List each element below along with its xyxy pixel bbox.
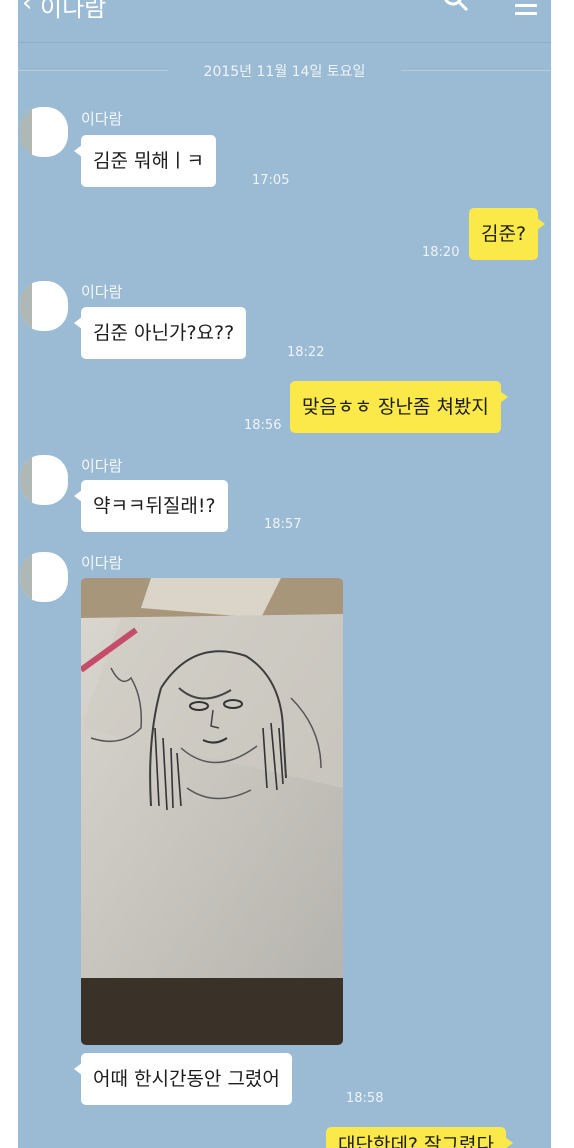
sender-name: 이다람 bbox=[81, 110, 123, 128]
sender-name: 이다람 bbox=[81, 554, 123, 572]
message-time: 18:20 bbox=[422, 245, 460, 260]
date-divider-label: 2015년 11월 14일 토요일 bbox=[203, 64, 366, 80]
sender-name: 이다람 bbox=[81, 283, 123, 301]
sender-avatar[interactable] bbox=[20, 455, 68, 505]
message-bubble[interactable]: 대단한데? 잘그렸다 bbox=[326, 1127, 513, 1148]
sender-name: 이다람 bbox=[81, 457, 123, 475]
date-divider: 2015년 11월 14일 토요일 bbox=[18, 58, 551, 82]
pencil-sketch-photo bbox=[81, 578, 343, 1045]
message-bubble[interactable]: 약ㅋㅋ뒤질래!? bbox=[74, 480, 228, 532]
menu-icon[interactable] bbox=[515, 0, 537, 18]
message-time: 18:57 bbox=[264, 517, 302, 532]
message-time: 18:22 bbox=[287, 345, 325, 360]
message-bubble[interactable]: 김준? bbox=[469, 208, 546, 260]
sender-avatar[interactable] bbox=[20, 281, 68, 331]
sender-avatar[interactable] bbox=[20, 552, 68, 602]
back-arrow-icon[interactable]: ‹ bbox=[22, 0, 32, 18]
search-icon[interactable] bbox=[443, 0, 469, 12]
message-time: 17:05 bbox=[252, 173, 290, 188]
chat-room-title: 이다람 bbox=[40, 0, 107, 22]
chat-screen: ‹ 이다람 2015년 11월 14일 토요일 이다람 김준 뭐해ㅣㅋ 17:0… bbox=[18, 0, 551, 1148]
photo-message[interactable] bbox=[81, 578, 343, 1045]
sender-avatar[interactable] bbox=[20, 107, 68, 157]
chat-header: ‹ 이다람 bbox=[18, 0, 551, 43]
message-time: 18:58 bbox=[346, 1091, 384, 1106]
message-bubble[interactable]: 김준 뭐해ㅣㅋ bbox=[74, 135, 216, 187]
message-bubble[interactable]: 어때 한시간동안 그렸어 bbox=[74, 1053, 292, 1105]
message-time: 18:56 bbox=[244, 418, 282, 433]
message-bubble[interactable]: 김준 아닌가?요?? bbox=[73, 307, 247, 359]
message-bubble[interactable]: 맞음ㅎㅎ 장난좀 쳐봤지 bbox=[290, 381, 508, 433]
